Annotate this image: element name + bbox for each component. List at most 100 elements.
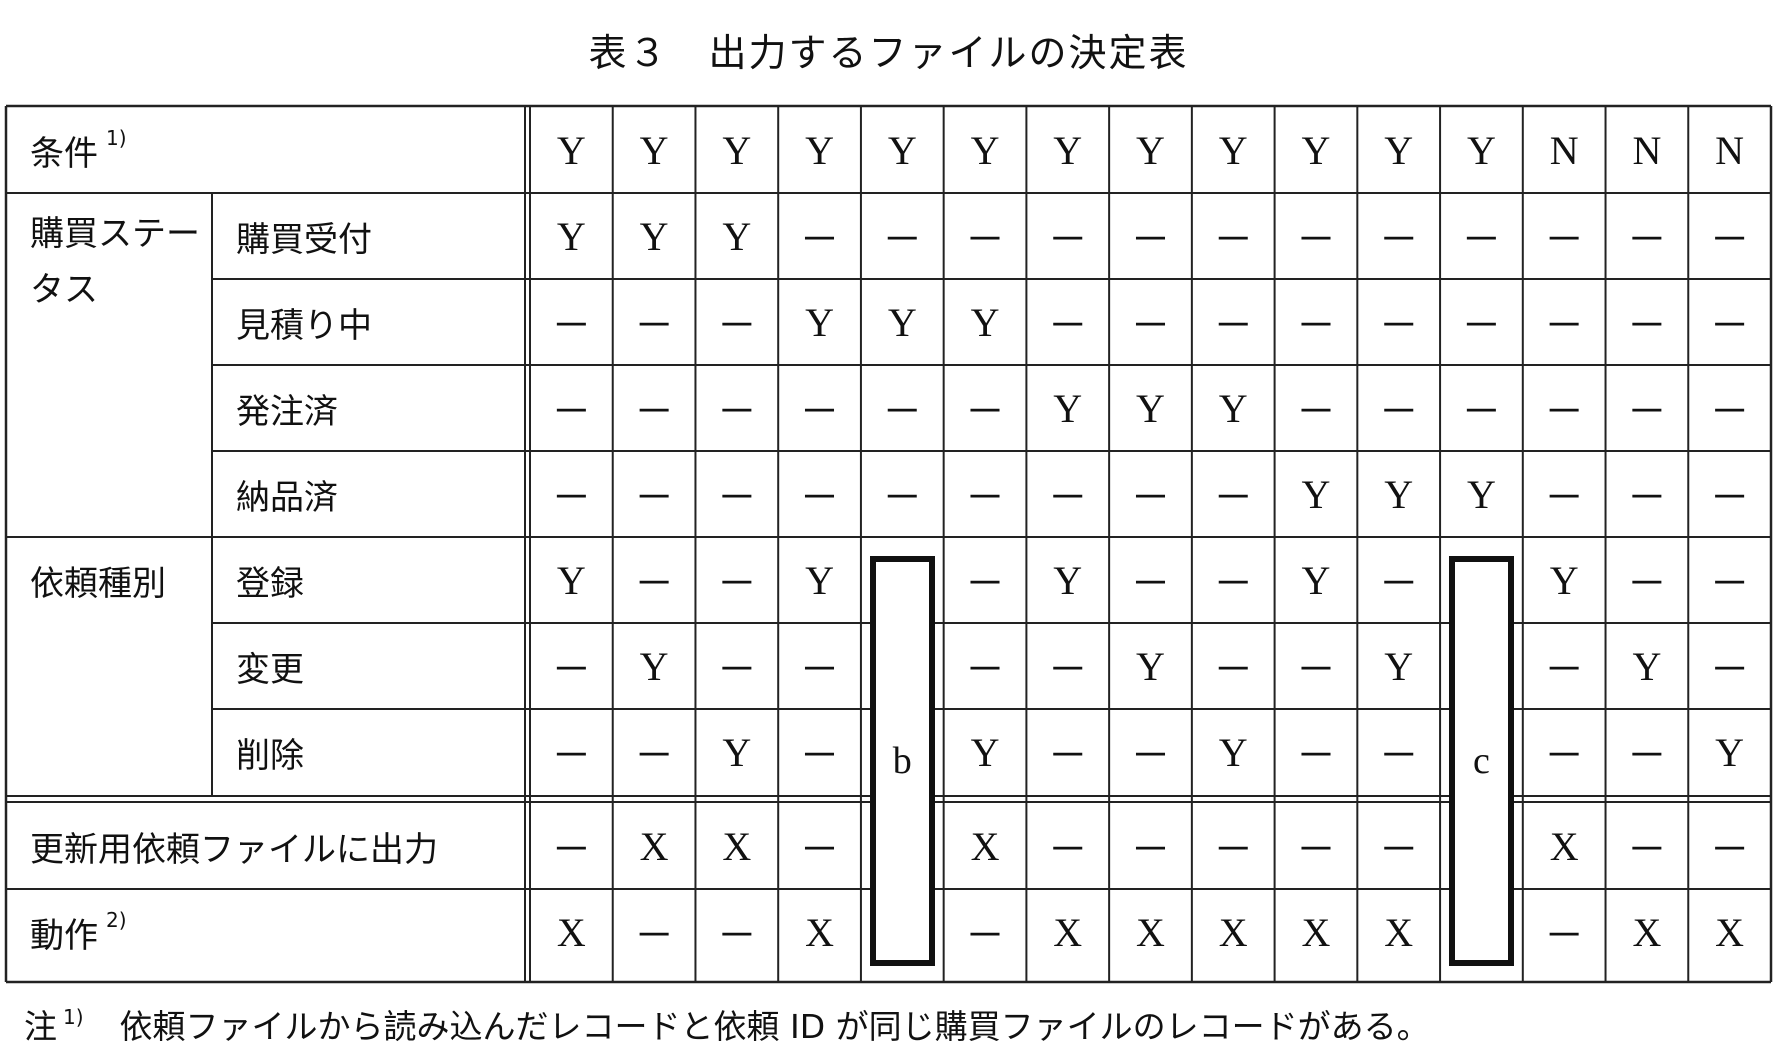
condition-value-cell: Y (1632, 643, 1662, 689)
header-value-cell: Y (1053, 127, 1083, 173)
condition-value-cell: － (799, 217, 840, 262)
action-value-cell: X (805, 909, 834, 955)
footnote-ref: 1) (63, 1005, 84, 1029)
action-value-cell: X (1384, 909, 1414, 955)
condition-value-cell: － (1378, 389, 1419, 434)
condition-value-cell: Y (970, 729, 1000, 775)
header-value-cell: Y (1466, 127, 1496, 173)
action-value-cell: X (1053, 909, 1083, 955)
action-value-cell: － (1709, 827, 1750, 872)
blank-box-b: b (869, 556, 935, 966)
condition-value-cell: － (634, 733, 675, 778)
header-value-cell: N (1715, 127, 1745, 173)
condition-value-cell: Y (1053, 557, 1083, 603)
action-value-cell: X (1549, 823, 1579, 869)
footnote-prefix: 注 (24, 1007, 57, 1046)
condition-value-cell: － (1130, 217, 1171, 262)
condition-value-cell: － (882, 475, 923, 520)
condition-label: 発注済 (236, 391, 338, 432)
condition-value-cell: － (1295, 303, 1336, 348)
action-label-text: 動作 (30, 915, 98, 956)
condition-header-text: 条件 (30, 133, 98, 174)
condition-value-cell: Y (970, 299, 1000, 345)
condition-value-cell: － (1709, 217, 1750, 262)
condition-value-cell: － (1047, 217, 1088, 262)
action-value-cell: － (965, 913, 1006, 958)
condition-value-cell: － (716, 389, 757, 434)
condition-value-cell: － (551, 475, 592, 520)
condition-value-cell: Y (1218, 729, 1248, 775)
condition-value-cell: Y (1136, 643, 1165, 689)
condition-value-cell: － (1130, 733, 1171, 778)
condition-value-cell: － (1213, 217, 1254, 262)
header-value-cell: Y (970, 127, 1000, 173)
condition-value-cell: Y (1218, 385, 1248, 431)
condition-value-cell: － (799, 475, 840, 520)
condition-value-cell: － (1461, 303, 1502, 348)
condition-label: 見積り中 (236, 305, 372, 346)
condition-value-cell: Y (1715, 729, 1745, 775)
condition-value-cell: － (1709, 561, 1750, 606)
condition-value-cell: Y (1466, 471, 1496, 517)
condition-label: 登録 (236, 563, 304, 604)
condition-value-cell: － (1295, 217, 1336, 262)
condition-value-cell: Y (805, 557, 834, 603)
condition-value-cell: － (1626, 475, 1667, 520)
action-value-cell: － (1378, 827, 1419, 872)
header-value-cell: Y (1218, 127, 1248, 173)
condition-value-cell: － (634, 389, 675, 434)
condition-value-cell: － (716, 561, 757, 606)
action-value-cell: X (1136, 909, 1165, 955)
header-value-cell: Y (556, 127, 586, 173)
condition-value-cell: － (965, 475, 1006, 520)
action-label-text: 更新用依頼ファイルに出力 (30, 829, 438, 870)
blank-box-c: c (1449, 556, 1514, 966)
action-value-cell: X (970, 823, 1000, 869)
condition-value-cell: － (1047, 733, 1088, 778)
condition-value-cell: － (1626, 561, 1667, 606)
action-value-cell: X (556, 909, 586, 955)
condition-header-label: 条件 1) (6, 110, 530, 190)
condition-value-cell: － (1626, 303, 1667, 348)
condition-value-cell: － (965, 561, 1006, 606)
condition-value-cell: － (716, 647, 757, 692)
condition-value-cell: － (1295, 389, 1336, 434)
condition-value-cell: － (1626, 389, 1667, 434)
condition-value-cell: － (965, 647, 1006, 692)
condition-value-cell: － (551, 647, 592, 692)
condition-value-cell: Y (722, 213, 752, 259)
condition-value-cell: － (1709, 389, 1750, 434)
condition-value-cell: Y (805, 299, 834, 345)
header-value-cell: Y (722, 127, 752, 173)
condition-value-cell: － (634, 475, 675, 520)
condition-value-cell: － (1544, 475, 1585, 520)
condition-value-cell: － (1544, 647, 1585, 692)
condition-value-cell: － (965, 389, 1006, 434)
condition-value-cell: － (1626, 217, 1667, 262)
condition-value-cell: － (551, 303, 592, 348)
action-value-cell: X (1632, 909, 1662, 955)
action-value-cell: － (1626, 827, 1667, 872)
condition-value-cell: Y (556, 557, 586, 603)
action-value-cell: X (722, 823, 752, 869)
condition-value-cell: Y (722, 729, 752, 775)
header-value-cell: Y (1384, 127, 1414, 173)
action-value-cell: X (1715, 909, 1745, 955)
condition-value-cell: Y (1053, 385, 1083, 431)
condition-value-cell: － (1213, 303, 1254, 348)
action-value-cell: － (1130, 827, 1171, 872)
action-value-cell: － (1295, 827, 1336, 872)
condition-value-cell: Y (639, 213, 669, 259)
condition-value-cell: － (1709, 475, 1750, 520)
condition-value-cell: － (1213, 475, 1254, 520)
action-label-note: 2) (106, 908, 127, 932)
condition-value-cell: － (882, 217, 923, 262)
action-value-cell: － (551, 827, 592, 872)
condition-value-cell: Y (1384, 471, 1414, 517)
condition-value-cell: － (965, 217, 1006, 262)
condition-value-cell: － (1378, 733, 1419, 778)
condition-value-cell: － (1544, 389, 1585, 434)
condition-value-cell: － (1378, 217, 1419, 262)
condition-value-cell: Y (1384, 643, 1414, 689)
action-value-cell: X (639, 823, 669, 869)
